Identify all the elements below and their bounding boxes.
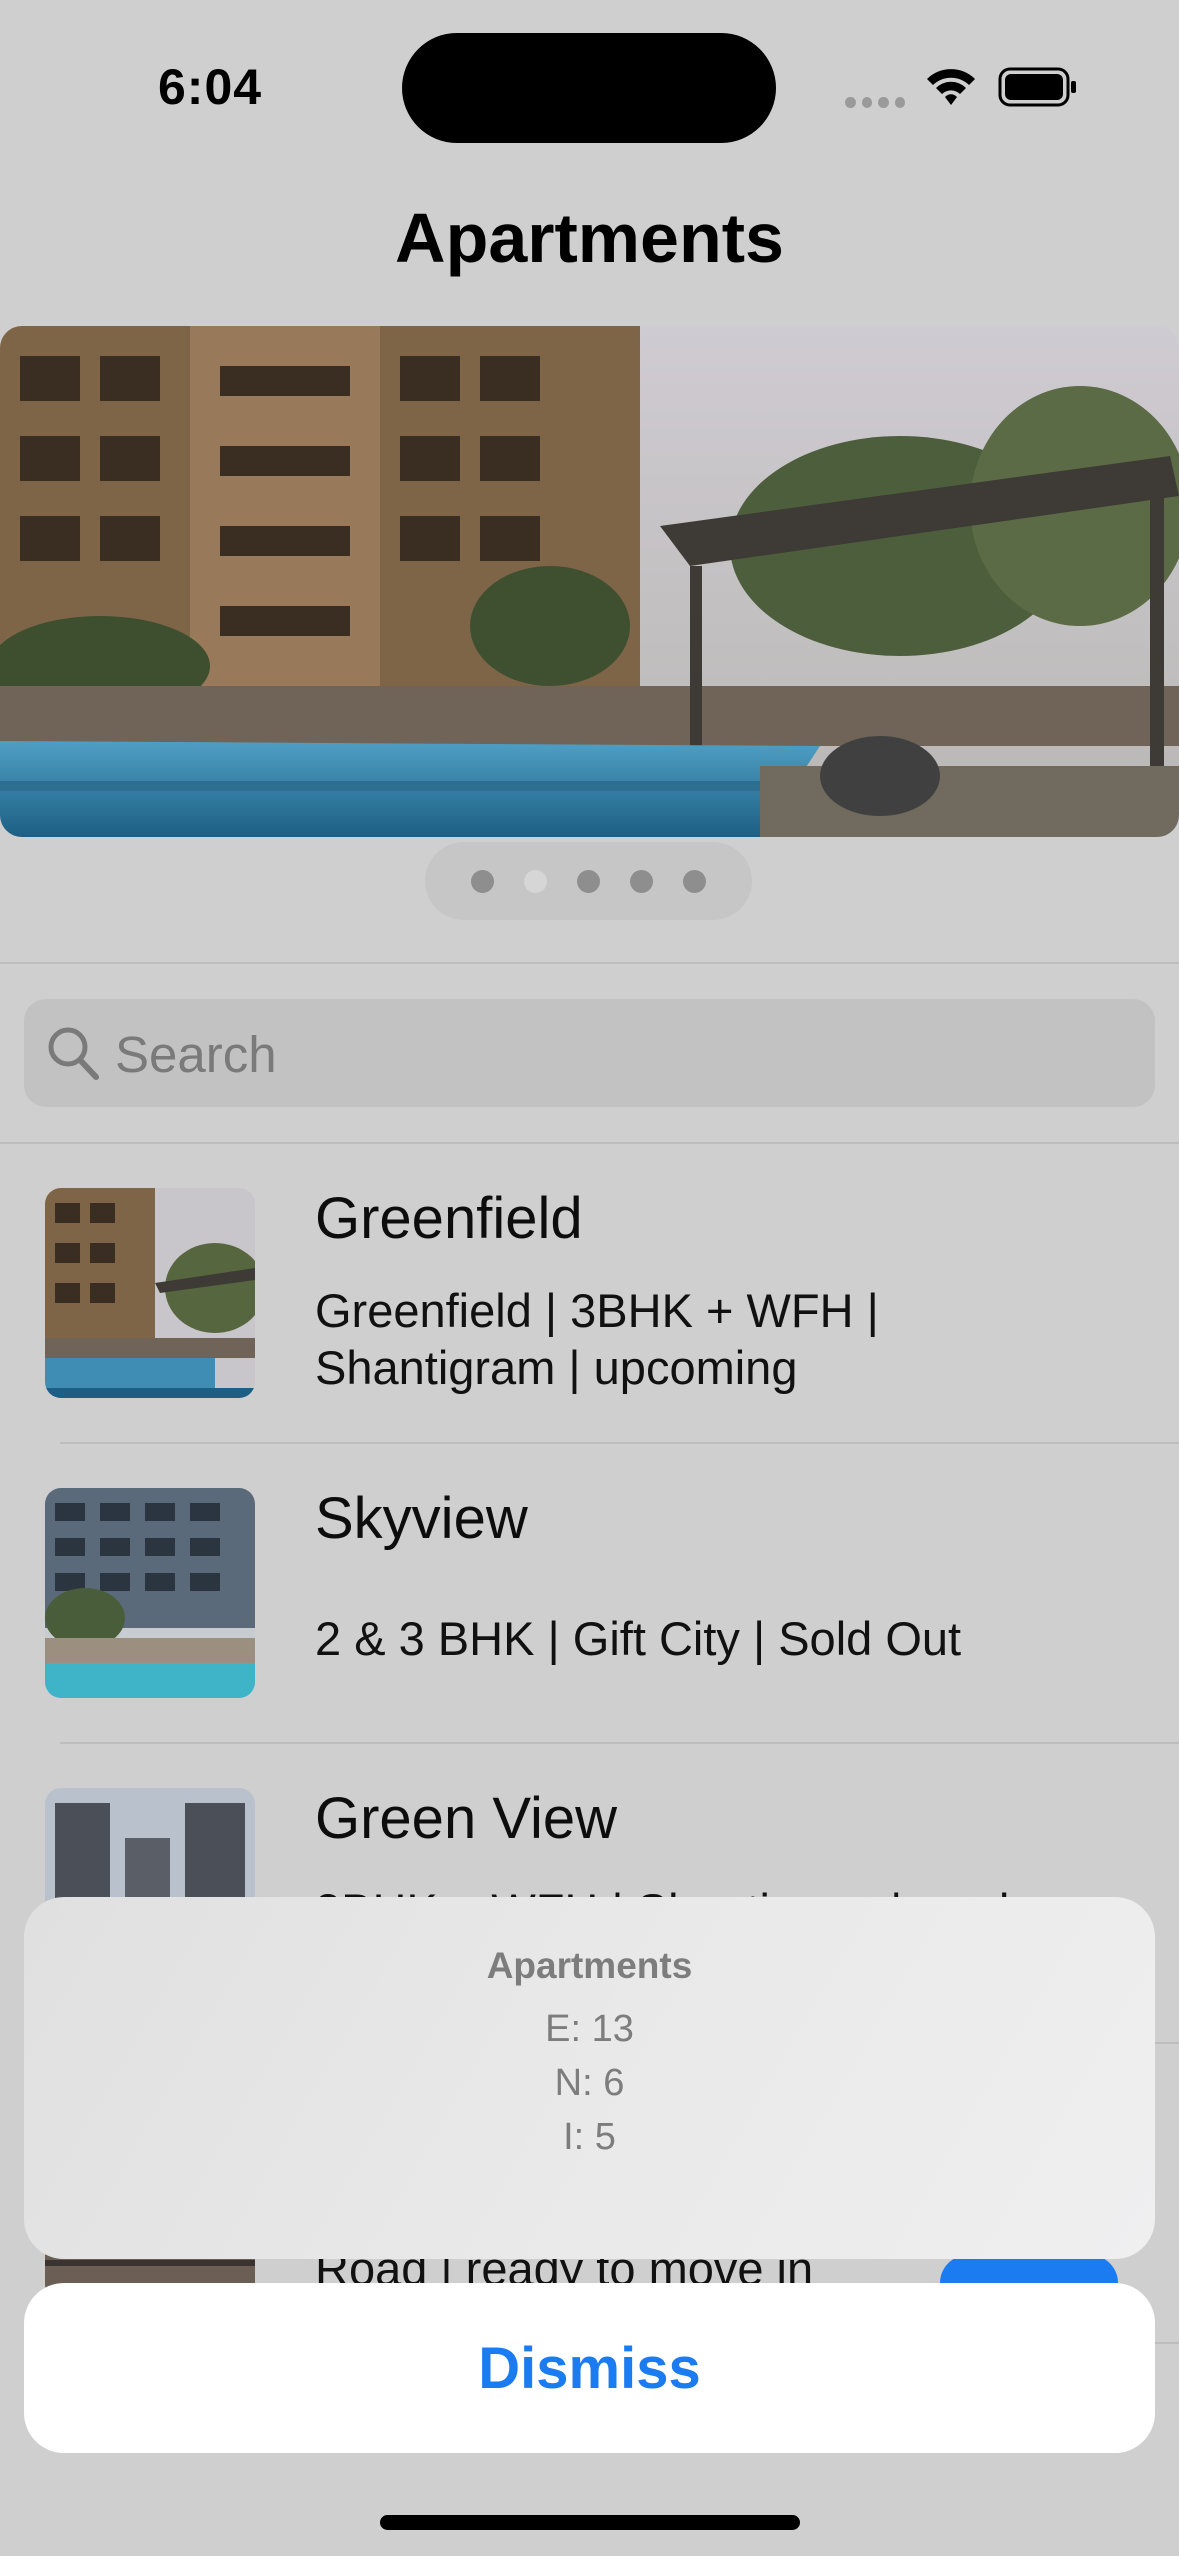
row-thumbnail <box>45 1488 255 1698</box>
search-icon <box>48 1027 99 1080</box>
page-indicator[interactable] <box>425 842 752 920</box>
page-dot[interactable] <box>630 869 653 893</box>
floating-action-button[interactable] <box>940 2255 1118 2283</box>
carousel-image[interactable] <box>0 326 1179 837</box>
page-title: Apartments <box>395 199 784 277</box>
status-time: 6:04 <box>158 59 263 115</box>
home-indicator[interactable] <box>380 2515 800 2530</box>
row-thumbnail <box>45 1188 255 1398</box>
dismiss-label: Dismiss <box>478 2335 701 2401</box>
alert-title: Apartments <box>486 1945 693 1986</box>
page-dot[interactable] <box>683 869 706 893</box>
row-subtitle: Greenfield | 3BHK + WFH | <box>315 1284 879 1337</box>
alert-message-line: I: 5 <box>563 2116 616 2158</box>
cellular-signal-icon <box>845 97 905 109</box>
wifi-icon <box>927 69 975 105</box>
alert-message-line: E: 13 <box>545 2008 634 2050</box>
section-divider <box>0 962 1179 964</box>
search-placeholder: Search <box>115 1026 277 1083</box>
alert-message-line: N: 6 <box>554 2062 625 2104</box>
row-subtitle: Shantigram | upcoming <box>315 1341 798 1394</box>
row-title: Green View <box>315 1786 617 1851</box>
row-title: Greenfield <box>315 1186 583 1251</box>
battery-icon <box>998 67 1076 107</box>
row-subtitle: 2 & 3 BHK | Gift City | Sold Out <box>315 1612 962 1665</box>
page-dot[interactable] <box>577 869 600 893</box>
dismiss-button[interactable]: Dismiss <box>24 2283 1155 2453</box>
row-title: Skyview <box>315 1486 528 1551</box>
dynamic-island <box>402 33 776 143</box>
page-dot[interactable] <box>471 869 494 893</box>
page-dot-active[interactable] <box>524 869 547 893</box>
